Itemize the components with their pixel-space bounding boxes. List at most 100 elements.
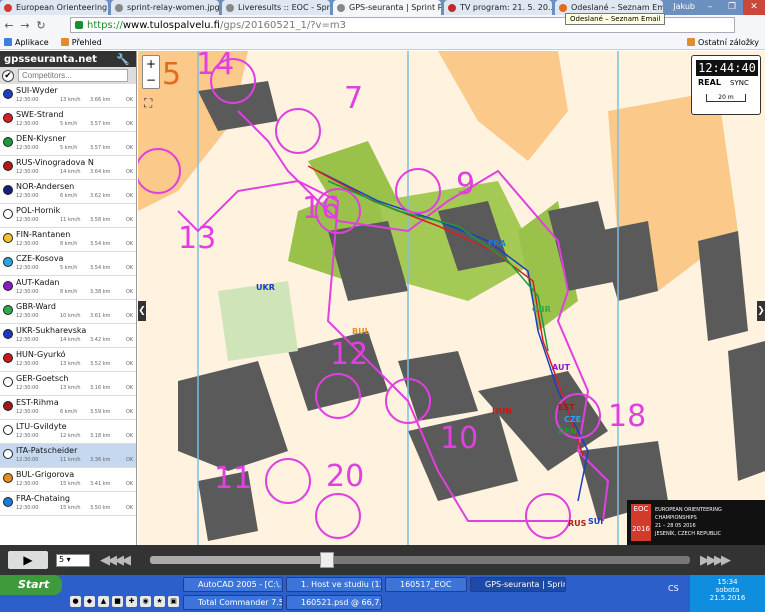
competitor-row[interactable]: BUL-Grigorova 12:30:00 15 km/h 3.41 km OK: [0, 468, 136, 492]
folder-icon: [687, 38, 696, 46]
start-button[interactable]: Start: [0, 575, 62, 595]
minimize-icon[interactable]: –: [699, 0, 721, 15]
map-view[interactable]: 5 14 7 9 16 13 12 10 11 20 18 FRA UKR GB…: [138, 51, 765, 545]
forward-icon[interactable]: →: [18, 19, 32, 32]
quicklaunch-icon[interactable]: ▲: [98, 596, 109, 607]
runner-label[interactable]: RUS: [568, 519, 586, 528]
competitor-row[interactable]: ITA-Patscheider 12:30:00 11 km/h 3.36 km OK: [0, 444, 136, 468]
competitor-color-icon[interactable]: [3, 137, 13, 147]
quicklaunch-icon[interactable]: ✚: [126, 596, 137, 607]
competitor-row[interactable]: SUI-Wyder 12:30:00 13 km/h 3.66 km OK: [0, 84, 136, 108]
competitor-row[interactable]: GER-Goetsch 12:30:00 13 km/h 3.16 km OK: [0, 372, 136, 396]
browser-tab[interactable]: Liveresults :: EOC - Sprin...×: [222, 0, 330, 15]
competitor-color-icon[interactable]: [3, 473, 13, 483]
profile-user[interactable]: Jakub: [673, 2, 695, 11]
competitor-color-icon[interactable]: [3, 329, 13, 339]
runner-label[interactable]: EST: [558, 403, 575, 412]
runner-label[interactable]: FRA: [488, 239, 506, 248]
quicklaunch-icon[interactable]: ◆: [84, 596, 95, 607]
maximize-icon[interactable]: ❐: [721, 0, 743, 15]
runner-label[interactable]: SUI: [588, 517, 603, 526]
competitor-row[interactable]: POL-Hornik 12:30:00 11 km/h 3.58 km OK: [0, 204, 136, 228]
bookmark-apps[interactable]: Aplikace: [4, 38, 49, 47]
browser-tab-active[interactable]: GPS-seuranta | Sprint Re...×: [333, 0, 441, 15]
competitor-row[interactable]: RUS-Vinogradova N 12:30:00 14 km/h 3.64 km O…: [0, 156, 136, 180]
bookmark-overview[interactable]: Přehled: [60, 38, 102, 47]
competitor-color-icon[interactable]: [3, 233, 13, 243]
competitor-color-icon[interactable]: [3, 113, 13, 123]
competitor-color-icon[interactable]: [3, 449, 13, 459]
quicklaunch-icon[interactable]: ▣: [168, 596, 179, 607]
runner-label[interactable]: AUT: [552, 363, 570, 372]
timeline-thumb[interactable]: [320, 552, 334, 568]
fullscreen-icon[interactable]: ⛶: [144, 96, 152, 111]
zoom-out-icon[interactable]: −: [143, 72, 159, 88]
competitor-color-icon[interactable]: [3, 281, 13, 291]
favicon-icon: [448, 3, 456, 12]
close-window-icon[interactable]: ✕: [743, 0, 765, 15]
fast-forward-icon[interactable]: ▶▶▶▶: [700, 553, 731, 568]
competitor-color-icon[interactable]: [3, 257, 13, 267]
quicklaunch-icon[interactable]: ★: [154, 596, 165, 607]
favicon-icon: [337, 3, 345, 12]
tray-time[interactable]: 15:34: [690, 575, 765, 586]
taskbar-item[interactable]: 1. Host ve studiu (13...: [286, 577, 382, 592]
collapse-left-icon[interactable]: ❮: [138, 301, 146, 321]
collapse-right-icon[interactable]: ❯: [757, 301, 765, 321]
competitor-row[interactable]: CZE-Kosova 12:30:00 5 km/h 3.54 km OK: [0, 252, 136, 276]
reload-icon[interactable]: ↻: [34, 19, 48, 32]
zoom-in-icon[interactable]: +: [143, 56, 159, 72]
quicklaunch-icon[interactable]: ●: [70, 596, 81, 607]
runner-label[interactable]: BUL: [352, 327, 370, 336]
language-indicator[interactable]: CS: [668, 584, 679, 593]
competitor-row[interactable]: AUT-Kadan 12:30:00 8 km/h 3.38 km OK: [0, 276, 136, 300]
competitor-color-icon[interactable]: [3, 161, 13, 171]
competitor-color-icon[interactable]: [3, 497, 13, 507]
runner-label[interactable]: GBR: [532, 305, 551, 314]
competitor-row[interactable]: DEN-Klysner 12:30:00 5 km/h 3.57 km OK: [0, 132, 136, 156]
competitor-color-icon[interactable]: [3, 89, 13, 99]
timeline-slider[interactable]: [150, 552, 690, 568]
wrench-icon[interactable]: 🔧: [116, 53, 130, 66]
competitor-color-icon[interactable]: [3, 377, 13, 387]
competitor-row[interactable]: GBR-Ward 12:30:00 10 km/h 3.61 km OK: [0, 300, 136, 324]
taskbar-item[interactable]: 160521.psd @ 66,7...: [286, 595, 382, 610]
check-all-icon[interactable]: ✔: [2, 69, 14, 82]
competitor-color-icon[interactable]: [3, 401, 13, 411]
competitor-row[interactable]: FRA-Chataing 12:30:00 15 km/h 3.50 km OK: [0, 492, 136, 516]
competitor-row[interactable]: NOR-Andersen 12:30:00 6 km/h 3.62 km OK: [0, 180, 136, 204]
bookmark-other[interactable]: Ostatní záložky: [687, 38, 759, 47]
quicklaunch-icon[interactable]: ◉: [140, 596, 151, 607]
taskbar-item-active[interactable]: GPS-seuranta | Sprint...: [470, 577, 566, 592]
browser-tab[interactable]: European Orienteering Cl...×: [0, 0, 108, 15]
taskbar-item[interactable]: 160517_EOC: [385, 577, 467, 592]
competitor-row[interactable]: EST-Rihma 12:30:00 6 km/h 3.59 km OK: [0, 396, 136, 420]
competitor-row[interactable]: HUN-Gyurkó 12:30:00 13 km/h 3.52 km OK: [0, 348, 136, 372]
browser-tab[interactable]: sprint-relay-women.jpg (...×: [111, 0, 219, 15]
quicklaunch-icon[interactable]: ■: [112, 596, 123, 607]
speed-select[interactable]: 5 ▾: [56, 554, 90, 567]
competitor-row[interactable]: FIN-Rantanen 12:30:00 8 km/h 3.54 km OK: [0, 228, 136, 252]
competitor-row[interactable]: UKR-Sukharevska 12:30:00 14 km/h 3.42 km OK: [0, 324, 136, 348]
runner-label[interactable]: DEN: [558, 427, 577, 436]
browser-tab[interactable]: TV program: 21. 5. 20...×: [444, 0, 552, 15]
sync-toggle[interactable]: SYNC: [730, 79, 749, 87]
back-icon[interactable]: ←: [2, 19, 16, 32]
rewind-icon[interactable]: ◀◀◀◀: [100, 553, 131, 568]
runner-label[interactable]: CZE: [564, 415, 581, 424]
runner-label[interactable]: UKR: [256, 283, 275, 292]
competitor-row[interactable]: SWE-Strand 12:30:00 5 km/h 3.57 km OK: [0, 108, 136, 132]
competitor-color-icon[interactable]: [3, 305, 13, 315]
real-toggle[interactable]: REAL: [698, 78, 721, 87]
competitor-color-icon[interactable]: [3, 425, 13, 435]
competitor-row[interactable]: LTU-Gvildyte 12:30:00 12 km/h 3.18 km OK: [0, 420, 136, 444]
competitor-search-input[interactable]: [18, 69, 128, 82]
competitor-color-icon[interactable]: [3, 209, 13, 219]
competitor-color-icon[interactable]: [3, 185, 13, 195]
runner-label[interactable]: HUN: [492, 407, 512, 416]
competitor-distance: 3.16 km: [90, 385, 111, 391]
taskbar-item[interactable]: AutoCAD 2005 - [C:\...: [183, 577, 283, 592]
taskbar-item[interactable]: Total Commander 7.5...: [183, 595, 283, 610]
competitor-color-icon[interactable]: [3, 353, 13, 363]
play-button[interactable]: ▶: [8, 551, 48, 569]
